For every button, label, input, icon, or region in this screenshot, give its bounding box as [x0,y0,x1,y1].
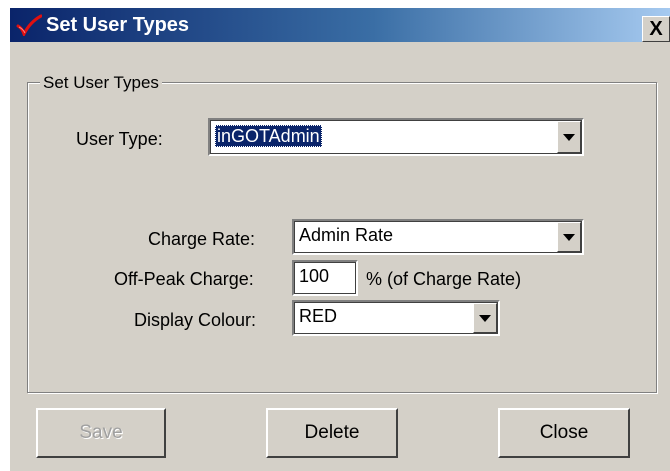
delete-button[interactable]: Delete [266,408,398,458]
display-colour-value: RED [299,306,338,326]
user-type-label: User Type: [76,129,163,149]
close-window-button[interactable]: X [642,16,670,42]
window-title: Set User Types [46,14,190,36]
off-peak-suffix-label: % (of Charge Rate) [366,269,522,289]
off-peak-charge-input[interactable]: 100 [292,260,358,296]
close-button[interactable]: Close [498,408,630,458]
charge-rate-select[interactable]: Admin Rate [292,219,584,255]
chevron-down-icon [563,133,575,141]
user-type-dropdown-button[interactable] [557,121,581,153]
charge-rate-dropdown-button[interactable] [557,222,581,252]
groupbox-legend: Set User Types [40,74,162,92]
off-peak-charge-label: Off-Peak Charge: [114,269,254,289]
user-type-value: inGOTAdmin [215,125,322,147]
charge-rate-label: Charge Rate: [148,229,256,249]
display-colour-dropdown-button[interactable] [473,303,497,333]
chevron-down-icon [479,314,491,322]
set-user-types-dialog: Set User Types X Set User Types User Typ… [10,8,670,471]
display-colour-select[interactable]: RED [292,300,500,336]
charge-rate-value: Admin Rate [299,225,394,245]
check-mark-icon [16,14,42,36]
user-type-select[interactable]: inGOTAdmin [208,118,584,156]
chevron-down-icon [563,233,575,241]
display-colour-label: Display Colour: [134,310,257,330]
title-bar[interactable]: Set User Types X [10,8,670,42]
off-peak-charge-value: 100 [299,266,330,286]
save-button[interactable]: Save [36,408,166,458]
